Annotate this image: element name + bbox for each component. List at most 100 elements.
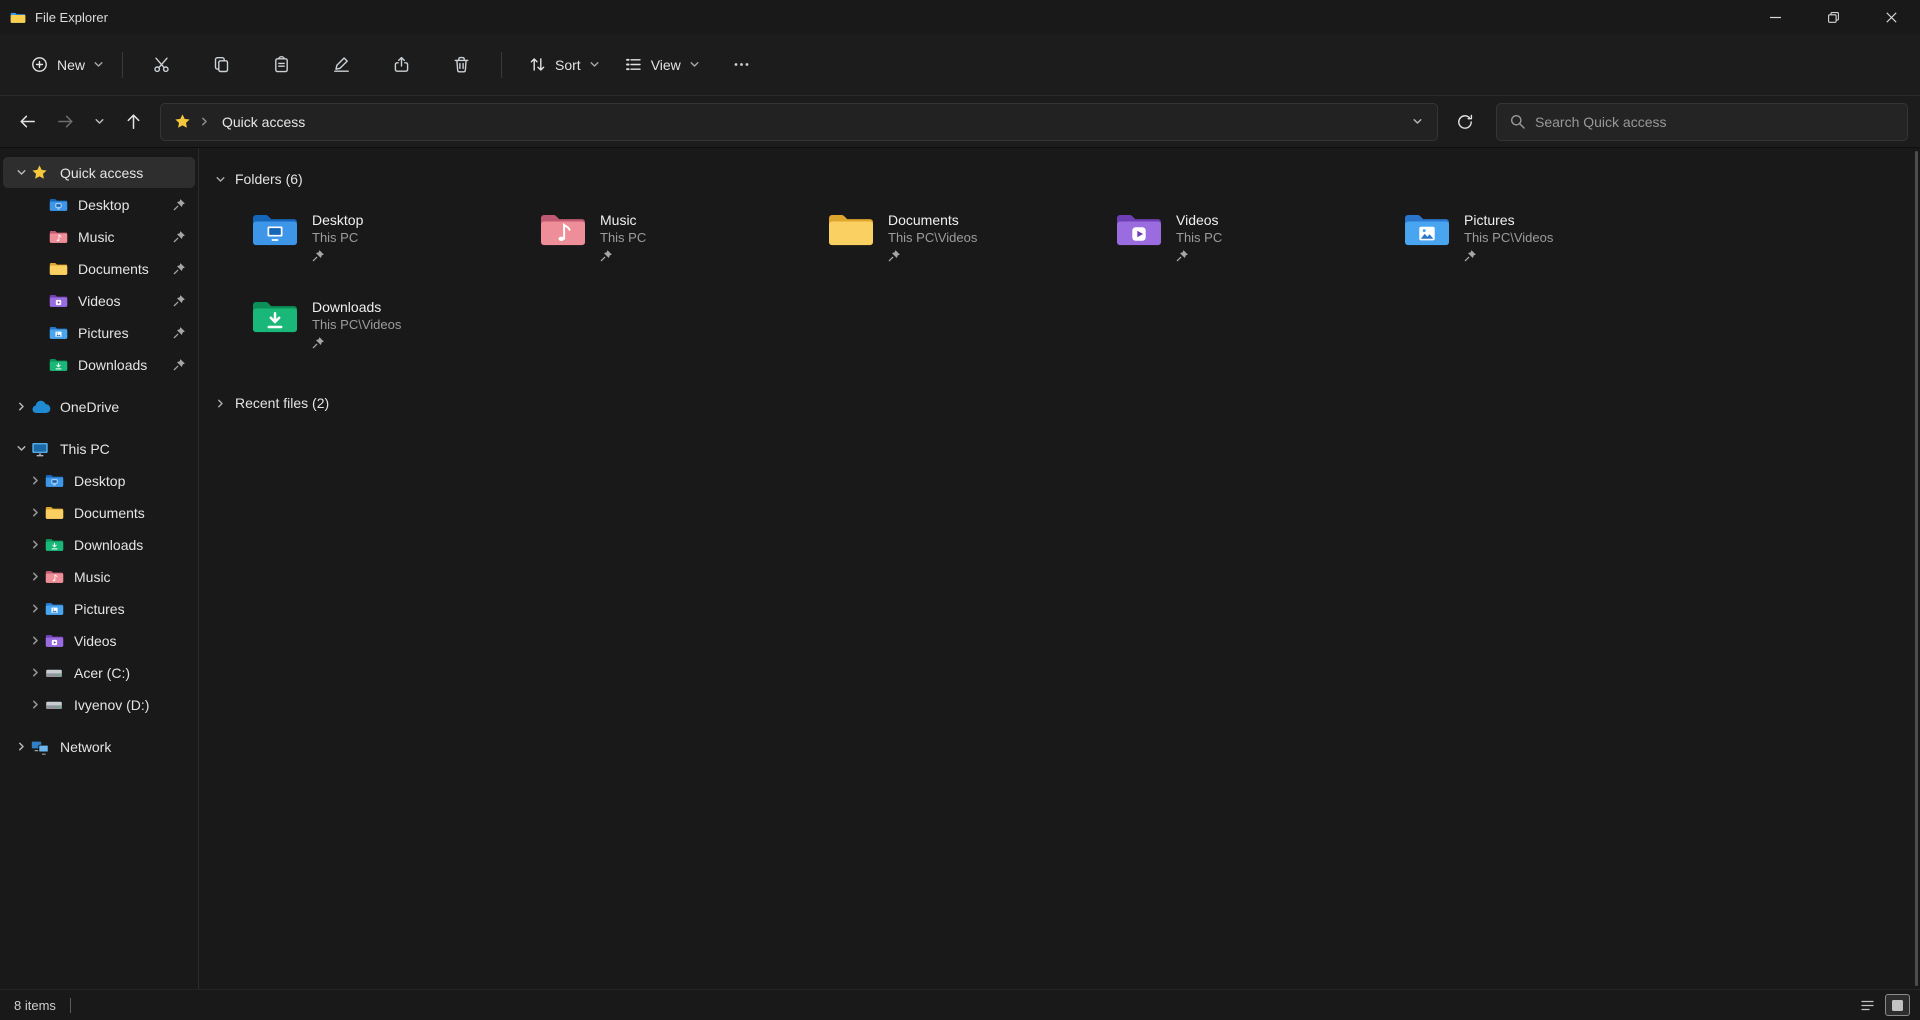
pin-icon (173, 358, 186, 371)
chevron-right-icon[interactable] (25, 635, 45, 646)
minimize-icon (1769, 16, 1781, 18)
chevron-right-icon[interactable] (215, 398, 226, 409)
documents-folder-icon (827, 210, 875, 248)
rename-button[interactable] (319, 45, 363, 85)
paste-button[interactable] (259, 45, 303, 85)
pin-icon (173, 294, 186, 307)
close-button[interactable] (1862, 0, 1920, 34)
address-bar[interactable]: Quick access (160, 102, 1438, 141)
folder-tile-videos[interactable]: Videos This PC (1109, 206, 1381, 271)
sidebar-item-label: Pictures (74, 600, 125, 617)
sidebar-item-label: Documents (78, 260, 149, 277)
folders-section-header[interactable]: Folders (6) (215, 168, 1920, 190)
back-button[interactable] (8, 104, 46, 140)
chevron-right-icon[interactable] (25, 539, 45, 550)
chevron-down-icon[interactable] (215, 174, 226, 185)
folder-location: This PC\Videos (888, 230, 978, 245)
up-button[interactable] (114, 104, 152, 140)
sidebar-item-downloads[interactable]: Downloads (3, 349, 195, 380)
sidebar-item-network[interactable]: Network (3, 731, 195, 762)
chevron-right-icon[interactable] (11, 401, 31, 412)
cut-button[interactable] (139, 45, 183, 85)
tile-text: Videos This PC (1176, 210, 1222, 267)
chevron-down-icon[interactable] (11, 443, 31, 454)
rename-icon (333, 57, 349, 72)
desktop-folder-icon (49, 197, 72, 212)
minimize-button[interactable] (1746, 0, 1804, 34)
close-icon (1885, 11, 1897, 23)
share-button[interactable] (379, 45, 423, 85)
recent-locations-button[interactable] (84, 104, 114, 140)
items-view: Folders (6) Desktop This PC Music This P… (199, 148, 1920, 989)
vertical-scrollbar[interactable] (1915, 151, 1918, 986)
pin-icon (1176, 249, 1189, 262)
large-icons-view-button[interactable] (1885, 994, 1910, 1016)
sidebar-item-desktop[interactable]: Desktop (3, 189, 195, 220)
forward-button[interactable] (46, 104, 84, 140)
refresh-button[interactable] (1446, 104, 1484, 140)
folder-name: Music (600, 212, 637, 228)
new-button[interactable]: New (18, 45, 116, 85)
sidebar-item-this-pc[interactable]: This PC (3, 433, 195, 464)
folder-tile-desktop[interactable]: Desktop This PC (245, 206, 517, 271)
folder-tile-music[interactable]: Music This PC (533, 206, 805, 271)
sidebar-item-documents[interactable]: Documents (3, 253, 195, 284)
items-count: 8 items (14, 997, 56, 1013)
chevron-down-icon[interactable] (11, 167, 31, 178)
folder-tile-downloads[interactable]: Downloads This PC\Videos (245, 293, 517, 358)
share-icon (394, 56, 408, 72)
file-explorer-app-icon (10, 11, 26, 24)
sidebar-item-pc-desktop[interactable]: Desktop (3, 465, 195, 496)
explorer-body: Quick access Desktop Music Documents Vid… (0, 148, 1920, 989)
view-button[interactable]: View (612, 45, 712, 85)
search-input[interactable] (1535, 113, 1895, 130)
toolbar-separator (122, 51, 124, 78)
address-dropdown-icon[interactable] (1408, 112, 1427, 131)
file-explorer-window: File Explorer New Sort View Quick access… (0, 0, 1920, 1020)
chevron-right-icon[interactable] (25, 667, 45, 678)
recent-files-section-header[interactable]: Recent files (2) (215, 392, 1920, 414)
sidebar-item-pc-documents[interactable]: Documents (3, 497, 195, 528)
details-view-button[interactable] (1855, 994, 1880, 1016)
sidebar-item-videos[interactable]: Videos (3, 285, 195, 316)
more-ellipsis-icon (734, 63, 749, 66)
sidebar-item-drive-c[interactable]: Acer (C:) (3, 657, 195, 688)
status-divider (69, 997, 71, 1013)
sort-button[interactable]: Sort (516, 45, 612, 85)
music-folder-icon (539, 210, 587, 248)
sidebar-item-label: Ivyenov (D:) (74, 696, 150, 713)
folder-name: Downloads (312, 299, 382, 315)
chevron-right-icon[interactable] (25, 699, 45, 710)
pin-icon (600, 249, 613, 262)
folder-tile-documents[interactable]: Documents This PC\Videos (821, 206, 1093, 271)
sidebar-item-onedrive[interactable]: OneDrive (3, 391, 195, 422)
delete-button[interactable] (439, 45, 483, 85)
sidebar-item-pc-downloads[interactable]: Downloads (3, 529, 195, 560)
chevron-right-icon[interactable] (11, 741, 31, 752)
chevron-right-icon[interactable] (25, 603, 45, 614)
chevron-down-icon (689, 59, 700, 70)
sidebar-item-label: Videos (74, 632, 117, 649)
see-more-button[interactable] (720, 45, 764, 85)
sidebar-item-pc-videos[interactable]: Videos (3, 625, 195, 656)
breadcrumb-quick-access[interactable]: Quick access (218, 111, 309, 133)
sidebar-item-quick-access[interactable]: Quick access (3, 157, 195, 188)
folder-name: Videos (1176, 212, 1219, 228)
forward-arrow-icon (57, 115, 73, 128)
videos-folder-icon (1115, 210, 1163, 248)
sidebar-item-drive-d[interactable]: Ivyenov (D:) (3, 689, 195, 720)
sidebar-item-pictures[interactable]: Pictures (3, 317, 195, 348)
desktop-folder-icon (251, 210, 299, 248)
search-box[interactable] (1496, 102, 1908, 141)
chevron-right-icon[interactable] (25, 475, 45, 486)
refresh-icon (1458, 114, 1473, 129)
sidebar-item-pc-pictures[interactable]: Pictures (3, 593, 195, 624)
chevron-right-icon[interactable] (25, 571, 45, 582)
sidebar-item-pc-music[interactable]: Music (3, 561, 195, 592)
chevron-right-icon[interactable] (25, 507, 45, 518)
restore-button[interactable] (1804, 0, 1862, 34)
copy-button[interactable] (199, 45, 243, 85)
sidebar-item-music[interactable]: Music (3, 221, 195, 252)
sidebar-item-label: Videos (78, 292, 121, 309)
folder-tile-pictures[interactable]: Pictures This PC\Videos (1397, 206, 1669, 271)
